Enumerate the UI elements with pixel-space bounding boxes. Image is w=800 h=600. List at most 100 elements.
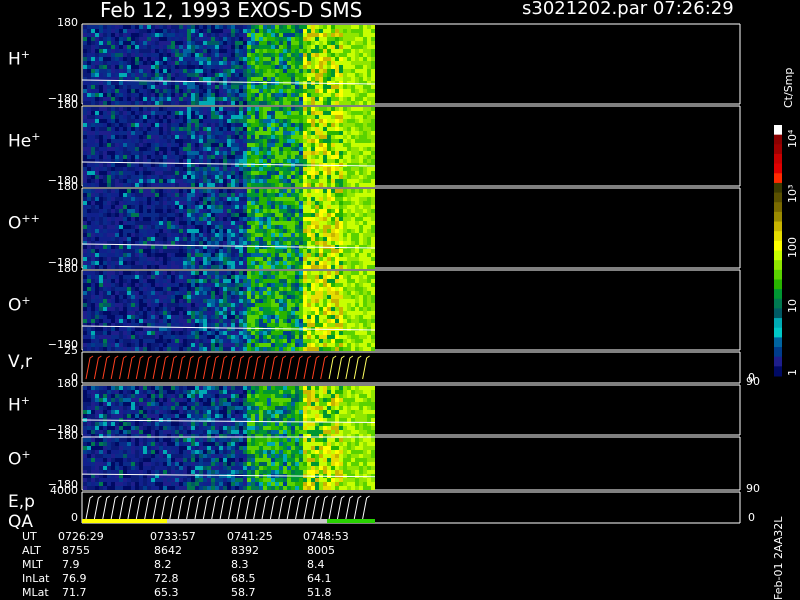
spectrogram-cell — [143, 37, 147, 41]
spectrogram-cell — [147, 143, 151, 147]
spectrogram-cell — [283, 155, 287, 159]
spectrogram-cell — [223, 135, 227, 139]
spectrogram-cell — [327, 209, 331, 213]
spectrogram-cell — [119, 33, 123, 37]
spectrogram-cell — [347, 257, 351, 261]
spectrogram-cell — [167, 193, 171, 197]
spectrogram-cell — [111, 53, 115, 57]
spectrogram-cell — [127, 307, 131, 311]
spectrogram-cell — [211, 139, 215, 143]
spectrogram-cell — [179, 299, 183, 303]
spectrogram-cell — [303, 73, 307, 77]
spectrogram-cell — [347, 265, 351, 269]
spectrogram-cell — [335, 49, 339, 53]
spectrogram-cell — [271, 57, 275, 61]
spectrogram-cell — [323, 147, 327, 151]
spectrogram-cell — [311, 143, 315, 147]
spectrogram-cell — [243, 37, 247, 41]
spectrogram-cell — [291, 225, 295, 229]
spectrogram-cell — [151, 253, 155, 257]
spectrogram-cell — [243, 73, 247, 77]
spectrogram-cell — [235, 93, 239, 97]
spectrogram-cell — [259, 131, 263, 135]
spectrogram-cell — [195, 265, 199, 269]
spectrogram-cell — [83, 85, 87, 89]
spectrogram-cell — [343, 73, 347, 77]
spectrogram-cell — [307, 183, 311, 187]
spectrogram-cell — [207, 29, 211, 33]
spectrogram-cell — [119, 97, 123, 101]
spectrogram-cell — [155, 315, 159, 319]
spectrogram-cell — [191, 151, 195, 155]
spectrogram-cell — [95, 275, 99, 279]
spectrogram-cell — [219, 217, 223, 221]
spectrogram-cell — [223, 183, 227, 187]
spectrogram-cell — [339, 81, 343, 85]
spectrogram-cell — [283, 41, 287, 45]
spectrogram-cell — [355, 93, 359, 97]
spectrogram-cell — [295, 49, 299, 53]
spectrogram-cell — [315, 93, 319, 97]
spectrogram-cell — [327, 159, 331, 163]
spectrogram-cell — [207, 221, 211, 225]
spectrogram-cell — [283, 189, 287, 193]
spectrogram-cell — [191, 249, 195, 253]
spectrogram-cell — [159, 155, 163, 159]
spectrogram-cell — [323, 41, 327, 45]
spectrogram-cell — [179, 217, 183, 221]
spectrogram-cell — [251, 33, 255, 37]
spectrogram-cell — [323, 197, 327, 201]
spectrogram-cell — [315, 193, 319, 197]
spectrogram-cell — [259, 205, 263, 209]
spectrogram-cell — [319, 197, 323, 201]
spectrogram-cell — [291, 201, 295, 205]
spectrogram-cell — [227, 143, 231, 147]
spectrogram-cell — [323, 97, 327, 101]
spectrogram-cell — [255, 233, 259, 237]
spectrogram-cell — [119, 119, 123, 123]
spectrogram-cell — [319, 33, 323, 37]
spectrogram-cell — [183, 123, 187, 127]
spectrogram-cell — [235, 45, 239, 49]
spectrogram-cell — [83, 327, 87, 331]
spectrogram-cell — [331, 29, 335, 33]
spectrogram-cell — [315, 229, 319, 233]
spectrogram-cell — [159, 73, 163, 77]
spectrogram-cell — [167, 261, 171, 265]
spectrogram-cell — [371, 249, 375, 253]
spectrogram-cell — [315, 73, 319, 77]
spectrogram-cell — [127, 225, 131, 229]
spectrogram-cell — [287, 171, 291, 175]
spectrogram-cell — [183, 201, 187, 205]
spectrogram-cell — [119, 111, 123, 115]
spectrogram-cell — [87, 229, 91, 233]
spectrogram-cell — [267, 131, 271, 135]
spectrogram-cell — [151, 77, 155, 81]
spectrogram-cell — [367, 257, 371, 261]
spectrogram-cell — [291, 197, 295, 201]
spectrogram-cell — [339, 65, 343, 69]
spectrogram-cell — [235, 261, 239, 265]
spectrogram-cell — [219, 205, 223, 209]
spectrogram-cell — [247, 253, 251, 257]
spectrogram-cell — [127, 347, 131, 351]
spectrogram-cell — [87, 217, 91, 221]
spectrogram-cell — [347, 119, 351, 123]
spectrogram-cell — [303, 111, 307, 115]
spectrogram-cell — [127, 115, 131, 119]
spectrogram-cell — [171, 237, 175, 241]
spectrogram-cell — [287, 213, 291, 217]
spectrogram-cell — [187, 85, 191, 89]
spectrogram-cell — [175, 45, 179, 49]
spectrogram-cell — [83, 197, 87, 201]
spectrogram-cell — [107, 303, 111, 307]
spectrogram-cell — [171, 315, 175, 319]
spectrogram-cell — [287, 139, 291, 143]
spectrogram-cell — [267, 139, 271, 143]
spectrogram-cell — [187, 339, 191, 343]
spectrogram-cell — [175, 143, 179, 147]
spectrogram-cell — [279, 93, 283, 97]
spectrogram-cell — [187, 183, 191, 187]
spectrogram-cell — [131, 37, 135, 41]
spectrogram-cell — [231, 45, 235, 49]
